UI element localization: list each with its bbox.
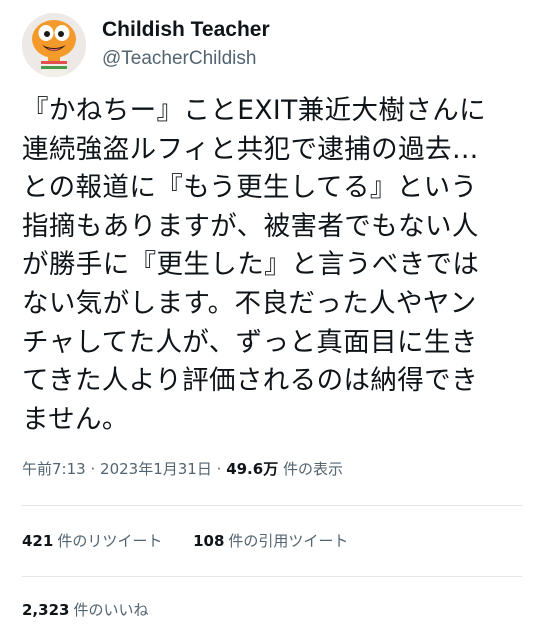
display-name[interactable]: Childish Teacher	[102, 17, 270, 43]
meta-separator: ·	[216, 460, 222, 478]
tweet-text-line: ない気がします。不良だった人やヤン	[22, 287, 477, 319]
tweet-text-line: 連続強盗ルフィと共犯で逮捕の過去…	[22, 133, 479, 165]
tweet-text-line: 指摘もありますが、被害者でもない人	[22, 210, 479, 242]
divider	[22, 576, 522, 577]
avatar[interactable]	[22, 13, 86, 77]
meta-separator: ·	[90, 460, 96, 478]
tweet-time[interactable]: 午前7:13	[22, 460, 86, 478]
likes-label: 件のいいね	[73, 601, 149, 619]
quotes-label: 件の引用ツイート	[228, 532, 349, 550]
tweet-text-line: ません。	[22, 403, 129, 435]
tweet-header: Childish Teacher @TeacherChildish	[22, 13, 522, 77]
tweet-text-line: チャしてた人が、ずっと真面目に生き	[22, 326, 478, 358]
views-label: 件の表示	[282, 460, 343, 478]
views-count[interactable]: 49.6万	[226, 460, 278, 478]
tweet-meta: 午前7:13 · 2023年1月31日 · 49.6万 件の表示	[22, 458, 343, 480]
tweet-text-line: との報道に『もう更生してる』という	[22, 172, 478, 204]
retweets-count: 421	[22, 532, 54, 550]
likes-stats-row: 2,323 件のいいね	[22, 599, 148, 621]
tweet-text-line: が勝手に『更生した』と言うべきでは	[22, 249, 480, 281]
engagement-stats-row: 421 件のリツイート 108 件の引用ツイート	[22, 530, 348, 552]
retweets-label: 件のリツイート	[57, 532, 163, 550]
tweet-date[interactable]: 2023年1月31日	[100, 460, 212, 478]
likes-stat[interactable]: 2,323 件のいいね	[22, 599, 148, 621]
avatar-cartoon-icon	[22, 13, 86, 77]
retweets-stat[interactable]: 421 件のリツイート	[22, 530, 162, 552]
divider	[22, 505, 522, 506]
tweet-text-line: てきた人より評価されるのは納得でき	[22, 365, 478, 397]
quotes-count: 108	[193, 532, 225, 550]
quotes-stat[interactable]: 108 件の引用ツイート	[193, 530, 348, 552]
likes-count: 2,323	[22, 601, 70, 619]
tweet-text-line: 『かねちー』ことEXIT兼近大樹さんに	[22, 95, 487, 126]
tweet-text: 『かねちー』ことEXIT兼近大樹さんに 連続強盗ルフィと共犯で逮捕の過去… との…	[22, 92, 527, 439]
user-handle[interactable]: @TeacherChildish	[102, 47, 270, 71]
